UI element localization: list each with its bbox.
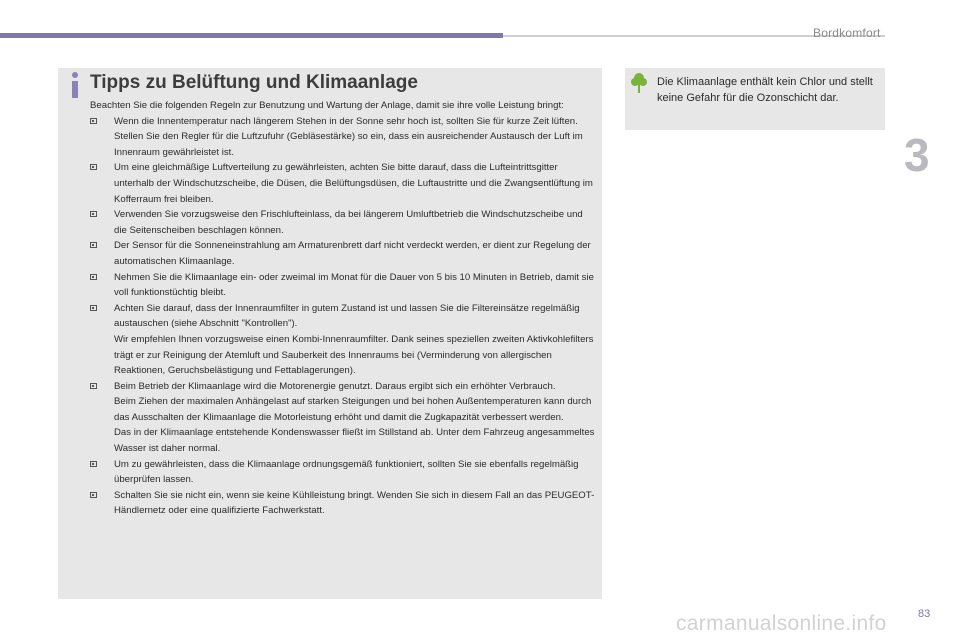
checkbox-bullet-icon	[90, 491, 97, 498]
tip-paragraph: Um zu gewährleisten, dass die Klimaanlag…	[114, 458, 579, 486]
tip-paragraph: Der Sensor für die Sonneneinstrahlung am…	[114, 240, 591, 267]
header-accent-bar	[0, 33, 503, 38]
tip-paragraph: Wenn die Innentemperatur nach längerem S…	[114, 115, 578, 127]
checkbox-bullet-icon	[90, 273, 97, 280]
info-icon	[70, 72, 80, 98]
tip-item: Um eine gleichmäßige Luftverteilung zu g…	[90, 160, 598, 207]
page-number: 83	[918, 608, 931, 620]
tip-paragraph: Beim Ziehen der maximalen Anhängelast au…	[114, 396, 592, 423]
intro-text: Beachten Sie die folgenden Regeln zur Be…	[90, 100, 564, 111]
section-title: Bordkomfort	[813, 26, 881, 40]
tip-paragraph: Achten Sie darauf, dass der Innenraumfil…	[114, 302, 580, 330]
checkbox-bullet-icon	[90, 164, 97, 171]
tip-item: Der Sensor für die Sonneneinstrahlung am…	[90, 238, 598, 269]
checkbox-bullet-icon	[90, 211, 97, 218]
tip-paragraph: Nehmen Sie die Klimaanlage ein- oder zwe…	[114, 271, 594, 299]
tip-paragraph: Um eine gleichmäßige Luftverteilung zu g…	[114, 162, 593, 205]
tip-paragraph: Wir empfehlen Ihnen vorzugsweise einen K…	[114, 333, 594, 377]
checkbox-bullet-icon	[90, 382, 97, 389]
checkbox-bullet-icon	[90, 242, 97, 249]
tip-item: Beim Betrieb der Klimaanlage wird die Mo…	[90, 379, 598, 457]
checkbox-bullet-icon	[90, 304, 97, 311]
tip-item: Verwenden Sie vorzugsweise den Frischluf…	[90, 207, 598, 238]
tree-icon	[631, 72, 647, 94]
tips-list: Wenn die Innentemperatur nach längerem S…	[90, 114, 598, 519]
panel-title: Tipps zu Belüftung und Klimaanlage	[90, 72, 418, 93]
tip-item: Schalten Sie sie nicht ein, wenn sie kei…	[90, 488, 598, 519]
watermark: carmanualsonline.info	[676, 612, 887, 635]
tip-paragraph: Das in der Klimaanlage entstehende Konde…	[114, 427, 595, 455]
panel-content: Beachten Sie die folgenden Regeln zur Be…	[90, 98, 598, 519]
checkbox-bullet-icon	[90, 460, 97, 467]
tip-item: Nehmen Sie die Klimaanlage ein- oder zwe…	[90, 270, 598, 301]
eco-note-text: Die Klimaanlage enthält kein Chlor und s…	[657, 76, 873, 104]
tip-paragraph: Schalten Sie sie nicht ein, wenn sie kei…	[114, 489, 595, 517]
tip-paragraph: Stellen Sie den Regler für die Luftzufuh…	[114, 131, 583, 158]
tip-item: Achten Sie darauf, dass der Innenraumfil…	[90, 301, 598, 379]
checkbox-bullet-icon	[90, 117, 97, 124]
chapter-number: 3	[904, 129, 930, 181]
tip-paragraph: Beim Betrieb der Klimaanlage wird die Mo…	[114, 380, 556, 392]
tip-item: Um zu gewährleisten, dass die Klimaanlag…	[90, 457, 598, 488]
tip-paragraph: Verwenden Sie vorzugsweise den Frischluf…	[114, 209, 583, 236]
tip-item: Wenn die Innentemperatur nach längerem S…	[90, 114, 598, 161]
